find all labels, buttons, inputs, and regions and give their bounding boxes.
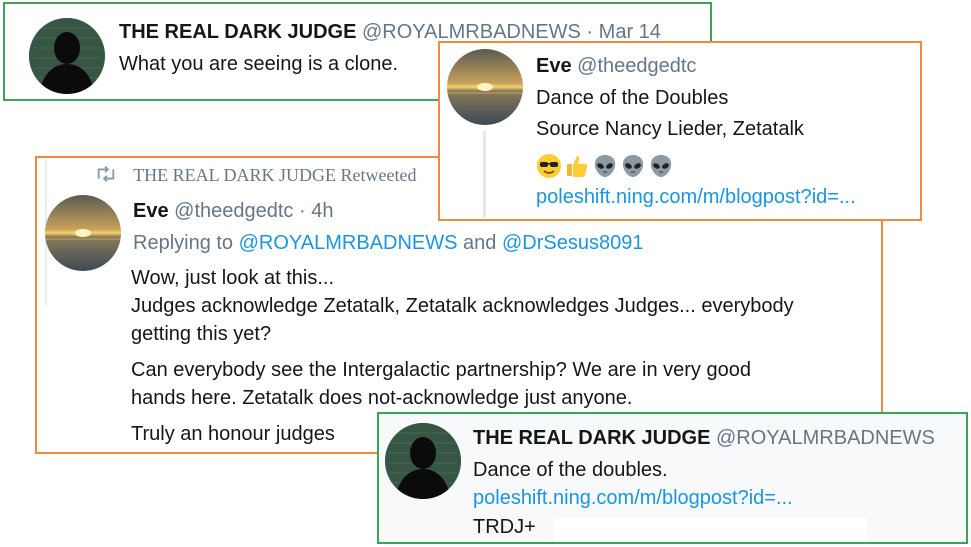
mention-royalmrbadnews[interactable]: @ROYALMRBADNEWS xyxy=(239,232,458,254)
redaction-bar xyxy=(554,518,867,542)
avatar-dark-judge[interactable] xyxy=(29,18,105,94)
thread-line xyxy=(483,131,486,217)
emoji-row xyxy=(536,153,674,179)
tweet-paragraph: Judges acknowledge Zetatalk, Zetatalk ac… xyxy=(131,295,794,317)
timestamp[interactable]: 4h xyxy=(311,200,333,222)
retweeted-by-label[interactable]: THE REAL DARK JUDGE Retweeted xyxy=(133,165,416,185)
handle[interactable]: @ROYALMRBADNEWS xyxy=(716,427,935,449)
separator: · xyxy=(299,200,306,222)
tweet-card-eve-doubles: Eve @theedgedtc Dance of the Doubles Sou… xyxy=(438,41,922,221)
alien-icon xyxy=(592,153,618,179)
tweet-link[interactable]: poleshift.ning.com/m/blogpost?id=... xyxy=(536,185,856,209)
avatar-dark-judge[interactable] xyxy=(385,423,461,499)
handle[interactable]: @theedgedtc xyxy=(174,200,293,222)
tweet-text-line: Source Nancy Lieder, Zetatalk xyxy=(536,118,804,140)
mention-drsesus8091[interactable]: @DrSesus8091 xyxy=(502,232,643,254)
separator: · xyxy=(586,21,594,43)
display-name[interactable]: Eve xyxy=(536,55,572,77)
tweet-text-line: Dance of the Doubles xyxy=(536,87,729,109)
tweet-paragraph: Truly an honour judges xyxy=(131,423,335,445)
handle[interactable]: @theedgedtc xyxy=(577,55,696,77)
avatar-eve[interactable] xyxy=(447,49,523,125)
tweet-paragraph: hands here. Zetatalk does not-acknowledg… xyxy=(131,387,633,409)
tweet-card-dark-judge-doubles: THE REAL DARK JUDGE @ROYALMRBADNEWS Danc… xyxy=(377,412,968,544)
display-name[interactable]: THE REAL DARK JUDGE xyxy=(119,21,356,43)
tweet-text: Dance of the doubles. xyxy=(473,459,668,481)
avatar-eve[interactable] xyxy=(45,195,121,271)
replying-to-label: Replying to xyxy=(133,232,234,254)
alien-icon xyxy=(620,153,646,179)
sunglasses-face-icon xyxy=(536,153,562,179)
tweet-paragraph: Can everybody see the Intergalactic part… xyxy=(131,359,751,381)
tweet-paragraph: getting this yet? xyxy=(131,323,272,345)
handle[interactable]: @ROYALMRBADNEWS xyxy=(362,21,581,43)
tweet-paragraph: Wow, just look at this... xyxy=(131,267,335,289)
display-name[interactable]: THE REAL DARK JUDGE xyxy=(473,427,710,449)
retweet-icon xyxy=(95,163,119,187)
tweet-link[interactable]: poleshift.ning.com/m/blogpost?id=... xyxy=(473,486,793,510)
alien-icon xyxy=(648,153,674,179)
tweet-text: What you are seeing is a clone. xyxy=(119,53,399,75)
thumbs-up-icon xyxy=(564,153,590,179)
signature-text: TRDJ+ xyxy=(473,516,536,538)
timestamp[interactable]: Mar 14 xyxy=(599,21,661,43)
display-name[interactable]: Eve xyxy=(133,200,169,222)
replying-and: and xyxy=(463,232,497,254)
